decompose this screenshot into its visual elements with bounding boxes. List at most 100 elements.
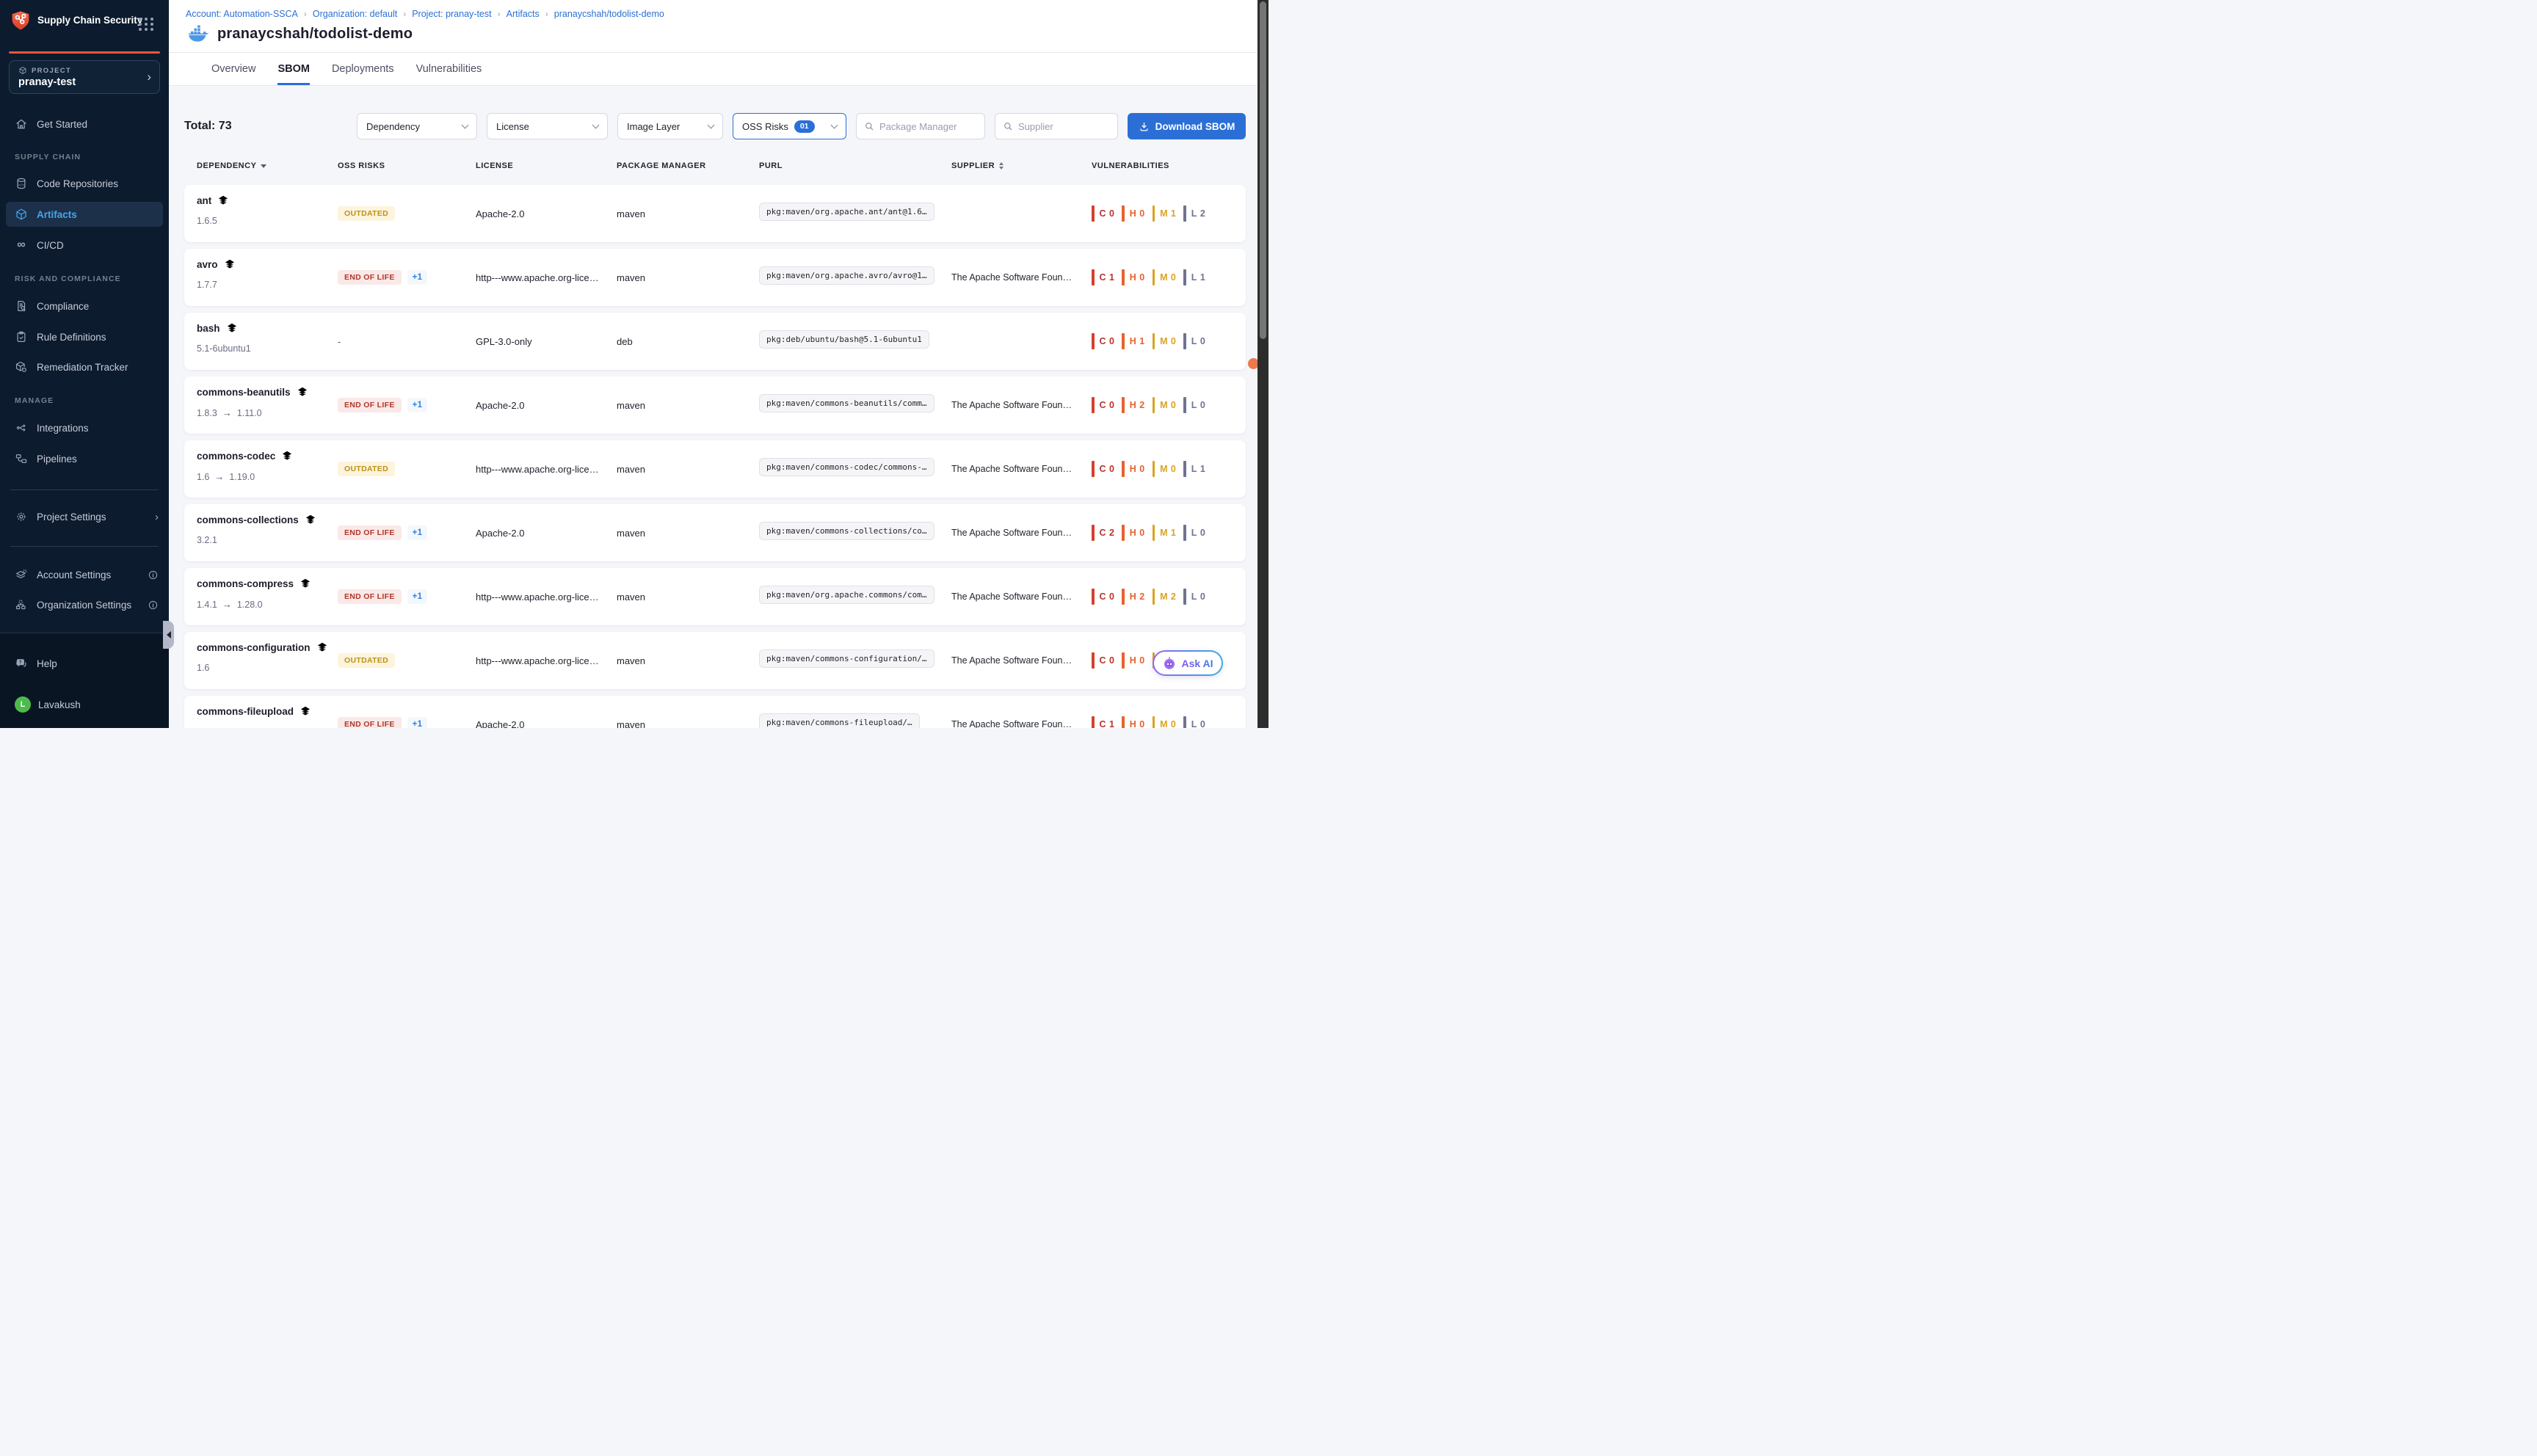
project-selector[interactable]: PROJECT pranay-test › [9, 60, 160, 94]
critical-count: C0 [1092, 652, 1114, 669]
purl-value[interactable]: pkg:deb/ubuntu/bash@5.1-6ubuntu1 [759, 330, 929, 349]
risk-badge-more[interactable]: +1 [407, 525, 428, 540]
home-icon [15, 117, 28, 131]
sidebar-item-organization-settings[interactable]: Organization Settings [0, 592, 169, 617]
risk-badge-more[interactable]: +1 [407, 589, 428, 604]
table-row[interactable]: ant 1.6.5 OUTDATED Apache-2.0 maven pkg:… [184, 185, 1246, 242]
tabs: Overview SBOM Deployments Vulnerabilitie… [169, 53, 1268, 86]
risk-badge-more[interactable]: +1 [407, 398, 428, 412]
sidebar-item-get-started[interactable]: Get Started [0, 112, 169, 136]
layers-icon [300, 578, 311, 589]
sidebar-item-compliance[interactable]: Compliance [0, 294, 169, 318]
vulnerability-counts: C2 H0 M1 L0 [1092, 525, 1246, 541]
dependency-filter-dropdown[interactable]: Dependency [357, 113, 477, 139]
risk-badge-end-of-life: END OF LIFE [338, 525, 402, 540]
vulnerability-counts: C0 H2 M0 L0 [1092, 397, 1246, 413]
sidebar-item-pipelines[interactable]: Pipelines [0, 446, 169, 471]
table-row[interactable]: commons-beanutils 1.8.3 → 1.11.0 END OF … [184, 376, 1246, 434]
low-count: L0 [1183, 333, 1205, 349]
oss-risks-filter-dropdown[interactable]: OSS Risks 01 [733, 113, 846, 139]
download-sbom-button[interactable]: Download SBOM [1128, 113, 1246, 139]
table-header: DEPENDENCY OSS RISKS LICENSE PACKAGE MAN… [184, 151, 1246, 181]
docker-icon [187, 25, 209, 43]
package-manager-cell: maven [617, 400, 759, 411]
sidebar-item-help[interactable]: Help [0, 651, 169, 676]
table-row[interactable]: bash 5.1-6ubuntu1 - GPL-3.0-only deb pkg… [184, 313, 1246, 370]
sidebar-item-cicd[interactable]: ∞ CI/CD [0, 233, 169, 258]
sidebar-item-integrations[interactable]: Integrations [0, 415, 169, 440]
breadcrumb-account[interactable]: Account: Automation-SSCA [186, 9, 298, 19]
package-manager-cell: maven [617, 592, 759, 603]
table-row[interactable]: commons-collections 3.2.1 END OF LIFE +1… [184, 504, 1246, 561]
purl-value[interactable]: pkg:maven/commons-codec/commons-… [759, 458, 934, 476]
logo-accent-bar [9, 51, 160, 54]
breadcrumb-project[interactable]: Project: pranay-test [412, 9, 491, 19]
sidebar-item-rule-definitions[interactable]: Rule Definitions [0, 324, 169, 349]
low-count: L0 [1183, 525, 1205, 541]
column-dependency[interactable]: DEPENDENCY [197, 161, 338, 170]
risk-badge-end-of-life: END OF LIFE [338, 717, 402, 728]
purl-value[interactable]: pkg:maven/org.apache.commons/com… [759, 586, 934, 604]
breadcrumb-artifacts[interactable]: Artifacts [507, 9, 540, 19]
supplier-search-input[interactable] [1018, 121, 1110, 132]
risk-badge-end-of-life: END OF LIFE [338, 270, 402, 285]
tab-sbom[interactable]: SBOM [277, 53, 310, 85]
tab-overview[interactable]: Overview [211, 53, 255, 85]
package-manager-search-input[interactable] [879, 121, 977, 132]
info-icon [148, 600, 159, 611]
table-row[interactable]: commons-configuration 1.6 OUTDATED http-… [184, 632, 1246, 689]
robot-icon [1162, 656, 1177, 671]
purl-value[interactable]: pkg:maven/org.apache.ant/ant@1.6… [759, 203, 934, 221]
clipboard-check-icon [15, 330, 28, 343]
sidebar-collapse-button[interactable] [163, 621, 174, 649]
section-heading-supply-chain: SUPPLY CHAIN [15, 153, 81, 161]
risk-badge-end-of-life: END OF LIFE [338, 589, 402, 604]
scrollbar-thumb[interactable] [1260, 1, 1266, 339]
low-count: L2 [1183, 205, 1205, 222]
purl-value[interactable]: pkg:maven/commons-fileupload/… [759, 713, 920, 728]
table-row[interactable]: commons-fileupload END OF LIFE +1 Apache… [184, 696, 1246, 728]
table-row[interactable]: commons-compress 1.4.1 → 1.28.0 END OF L… [184, 568, 1246, 625]
purl-value[interactable]: pkg:maven/commons-configuration/… [759, 649, 934, 668]
pipeline-icon [15, 452, 28, 465]
tab-vulnerabilities[interactable]: Vulnerabilities [416, 53, 482, 85]
column-supplier[interactable]: SUPPLIER [951, 161, 1092, 170]
critical-count: C1 [1092, 269, 1114, 285]
medium-count: M1 [1153, 525, 1177, 541]
risk-badge-end-of-life: END OF LIFE [338, 398, 402, 412]
medium-count: M1 [1153, 205, 1177, 222]
user-menu[interactable]: L Lavakush [0, 692, 169, 717]
high-count: H1 [1122, 333, 1144, 349]
column-license: LICENSE [476, 161, 617, 170]
breadcrumb-organization[interactable]: Organization: default [313, 9, 397, 19]
license-cell: Apache-2.0 [476, 208, 617, 219]
high-count: H0 [1122, 461, 1144, 477]
sidebar-item-code-repositories[interactable]: Code Repositories [0, 171, 169, 196]
app-switcher-icon[interactable] [136, 15, 157, 34]
table-row[interactable]: avro 1.7.7 END OF LIFE +1 http---www.apa… [184, 249, 1246, 306]
low-count: L1 [1183, 269, 1205, 285]
sidebar-item-remediation-tracker[interactable]: Remediation Tracker [0, 354, 169, 379]
license-filter-dropdown[interactable]: License [487, 113, 608, 139]
purl-value[interactable]: pkg:maven/commons-collections/co… [759, 522, 934, 540]
sidebar-item-account-settings[interactable]: Account Settings [0, 562, 169, 587]
sidebar-item-project-settings[interactable]: Project Settings › [0, 504, 169, 529]
vulnerability-counts: C0 H1 M0 L0 [1092, 333, 1246, 349]
ask-ai-button[interactable]: Ask AI [1153, 650, 1223, 676]
scrollbar-track[interactable] [1257, 0, 1268, 728]
purl-value[interactable]: pkg:maven/org.apache.avro/avro@1… [759, 266, 934, 285]
license-cell: Apache-2.0 [476, 719, 617, 729]
purl-value[interactable]: pkg:maven/commons-beanutils/comm… [759, 394, 934, 412]
risk-badge-more[interactable]: +1 [407, 717, 428, 728]
breadcrumb-artifact-name[interactable]: pranaycshah/todolist-demo [554, 9, 664, 19]
risk-badge-more[interactable]: +1 [407, 270, 428, 285]
table-row[interactable]: commons-codec 1.6 → 1.19.0 OUTDATED http… [184, 440, 1246, 498]
infinity-icon: ∞ [15, 239, 28, 252]
help-chat-icon [15, 657, 28, 670]
cube-wrench-icon [15, 360, 28, 374]
tab-deployments[interactable]: Deployments [332, 53, 394, 85]
image-layer-filter-dropdown[interactable]: Image Layer [617, 113, 723, 139]
product-logo: Supply Chain Security [10, 9, 160, 32]
avatar: L [15, 696, 31, 713]
sidebar-item-artifacts[interactable]: Artifacts [6, 202, 163, 227]
